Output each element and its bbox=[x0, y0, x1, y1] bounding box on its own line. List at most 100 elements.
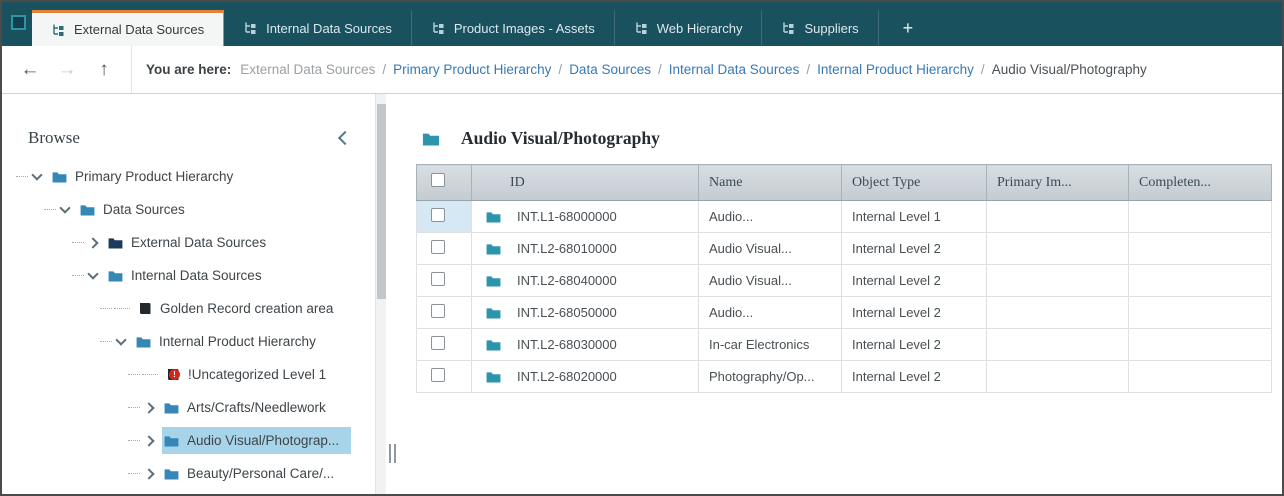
chevron-down-icon[interactable] bbox=[31, 169, 42, 180]
chevron-right-icon[interactable] bbox=[87, 237, 98, 248]
tree-item-internal-data-sources[interactable]: Internal Data Sources bbox=[2, 259, 386, 292]
row-checkbox[interactable] bbox=[431, 240, 445, 254]
table-row[interactable]: INT.L1-68000000 Audio... Internal Level … bbox=[417, 201, 1272, 233]
breadcrumb-separator: / bbox=[658, 62, 662, 77]
tree-item-data-sources[interactable]: Data Sources bbox=[2, 193, 386, 226]
hierarchy-icon bbox=[51, 23, 65, 37]
tree-item-uncategorized-level-1[interactable]: ! !Uncategorized Level 1 bbox=[2, 358, 386, 391]
breadcrumb-item-primary-product-hierarchy[interactable]: Primary Product Hierarchy bbox=[393, 62, 551, 77]
chevron-right-icon[interactable] bbox=[143, 468, 154, 479]
table-row[interactable]: INT.L2-68010000 Audio Visual... Internal… bbox=[417, 233, 1272, 265]
tab-internal-data-sources[interactable]: Internal Data Sources bbox=[224, 10, 412, 46]
tree-item-primary-product-hierarchy[interactable]: Primary Product Hierarchy bbox=[2, 160, 386, 193]
sidebar-scrollbar[interactable] bbox=[375, 94, 386, 494]
tree-item-arts-crafts-needlework[interactable]: Arts/Crafts/Needlework bbox=[2, 391, 386, 424]
folder-icon bbox=[108, 237, 123, 249]
table-row[interactable]: INT.L2-68040000 Audio Visual... Internal… bbox=[417, 265, 1272, 297]
chevron-down-icon[interactable] bbox=[115, 334, 126, 345]
panel-splitter[interactable] bbox=[386, 94, 398, 494]
book-icon bbox=[138, 302, 152, 315]
tree-item-audio-visual-photography[interactable]: Audio Visual/Photograp... bbox=[2, 424, 386, 457]
cell-id: INT.L2-68030000 bbox=[517, 337, 617, 352]
cell-completeness bbox=[1129, 297, 1272, 329]
cell-completeness bbox=[1129, 329, 1272, 361]
cell-primary-image bbox=[987, 329, 1129, 361]
tab-web-hierarchy[interactable]: Web Hierarchy bbox=[615, 10, 763, 46]
sidebar-title: Browse bbox=[28, 128, 80, 148]
tree-connector bbox=[128, 374, 140, 375]
row-checkbox[interactable] bbox=[431, 272, 445, 286]
scrollbar-thumb[interactable] bbox=[377, 104, 386, 299]
cell-completeness bbox=[1129, 233, 1272, 265]
row-checkbox[interactable] bbox=[431, 304, 445, 318]
cell-object-type: Internal Level 2 bbox=[842, 329, 987, 361]
plus-icon: + bbox=[903, 18, 914, 39]
cell-object-type: Internal Level 1 bbox=[842, 201, 987, 233]
folder-icon bbox=[164, 435, 179, 447]
collapse-sidebar-icon[interactable] bbox=[338, 131, 352, 145]
back-icon[interactable]: ← bbox=[18, 59, 42, 81]
splitter-handle-icon[interactable] bbox=[389, 444, 396, 463]
tree-item-golden-record-creation-area[interactable]: Golden Record creation area bbox=[2, 292, 386, 325]
cell-id: INT.L1-68000000 bbox=[517, 209, 617, 224]
column-header-primary-image[interactable]: Primary Im... bbox=[987, 165, 1129, 201]
tab-suppliers[interactable]: Suppliers bbox=[762, 10, 878, 46]
column-header-object-type[interactable]: Object Type bbox=[842, 165, 987, 201]
breadcrumb-item-internal-product-hierarchy[interactable]: Internal Product Hierarchy bbox=[817, 62, 974, 77]
cell-name: Audio... bbox=[699, 297, 842, 329]
chevron-right-icon[interactable] bbox=[143, 402, 154, 413]
table-row[interactable]: INT.L2-68050000 Audio... Internal Level … bbox=[417, 297, 1272, 329]
tree-connector bbox=[128, 473, 140, 474]
column-header-id[interactable]: ID bbox=[472, 165, 699, 201]
up-icon[interactable]: ↑ bbox=[92, 59, 116, 81]
cell-object-type: Internal Level 2 bbox=[842, 233, 987, 265]
alert-badge: ! bbox=[169, 369, 180, 380]
cell-name: Photography/Op... bbox=[699, 361, 842, 393]
add-tab-button[interactable]: + bbox=[879, 10, 938, 46]
column-header-name[interactable]: Name bbox=[699, 165, 842, 201]
cell-id: INT.L2-68010000 bbox=[517, 241, 617, 256]
table-row[interactable]: INT.L2-68030000 In-car Electronics Inter… bbox=[417, 329, 1272, 361]
table-row[interactable]: INT.L2-68020000 Photography/Op... Intern… bbox=[417, 361, 1272, 393]
folder-icon bbox=[164, 468, 179, 480]
select-all-checkbox[interactable] bbox=[431, 173, 445, 187]
breadcrumb-item-data-sources[interactable]: Data Sources bbox=[569, 62, 651, 77]
tree-connector bbox=[100, 308, 112, 309]
tab-label: Suppliers bbox=[804, 21, 858, 36]
browse-tree: Primary Product Hierarchy Data Sources bbox=[2, 160, 386, 490]
chevron-down-icon[interactable] bbox=[59, 202, 70, 213]
tab-external-data-sources[interactable]: External Data Sources bbox=[32, 10, 224, 46]
chevron-down-icon[interactable] bbox=[87, 268, 98, 279]
row-checkbox[interactable] bbox=[431, 368, 445, 382]
folder-icon bbox=[108, 270, 123, 282]
page-title: Audio Visual/Photography bbox=[461, 128, 660, 149]
cell-object-type: Internal Level 2 bbox=[842, 297, 987, 329]
row-checkbox[interactable] bbox=[431, 208, 445, 222]
folder-icon bbox=[486, 275, 501, 287]
tree-item-internal-product-hierarchy[interactable]: Internal Product Hierarchy bbox=[2, 325, 386, 358]
cell-completeness bbox=[1129, 265, 1272, 297]
tree-item-external-data-sources[interactable]: External Data Sources bbox=[2, 226, 386, 259]
breadcrumb-item-internal-data-sources[interactable]: Internal Data Sources bbox=[669, 62, 800, 77]
breadcrumb-prefix: You are here: bbox=[146, 62, 231, 77]
tree-connector bbox=[128, 440, 140, 441]
tab-label: Internal Data Sources bbox=[266, 21, 392, 36]
folder-icon bbox=[52, 171, 67, 183]
tree-connector bbox=[72, 275, 84, 276]
breadcrumb-separator: / bbox=[981, 62, 985, 77]
app-icon[interactable] bbox=[11, 15, 26, 30]
cell-primary-image bbox=[987, 265, 1129, 297]
column-header-completeness[interactable]: Completen... bbox=[1129, 165, 1272, 201]
select-all-header[interactable] bbox=[417, 165, 472, 201]
forward-icon[interactable]: → bbox=[55, 59, 79, 81]
chevron-right-icon[interactable] bbox=[143, 435, 154, 446]
row-checkbox[interactable] bbox=[431, 336, 445, 350]
folder-icon bbox=[80, 204, 95, 216]
sidebar-header: Browse bbox=[2, 94, 386, 148]
breadcrumb-separator: / bbox=[382, 62, 386, 77]
cell-name: Audio Visual... bbox=[699, 233, 842, 265]
tree-connector bbox=[44, 209, 56, 210]
breadcrumb-separator: / bbox=[806, 62, 810, 77]
tree-item-beauty-personal-care[interactable]: Beauty/Personal Care/... bbox=[2, 457, 386, 490]
tab-product-images-assets[interactable]: Product Images - Assets bbox=[412, 10, 615, 46]
